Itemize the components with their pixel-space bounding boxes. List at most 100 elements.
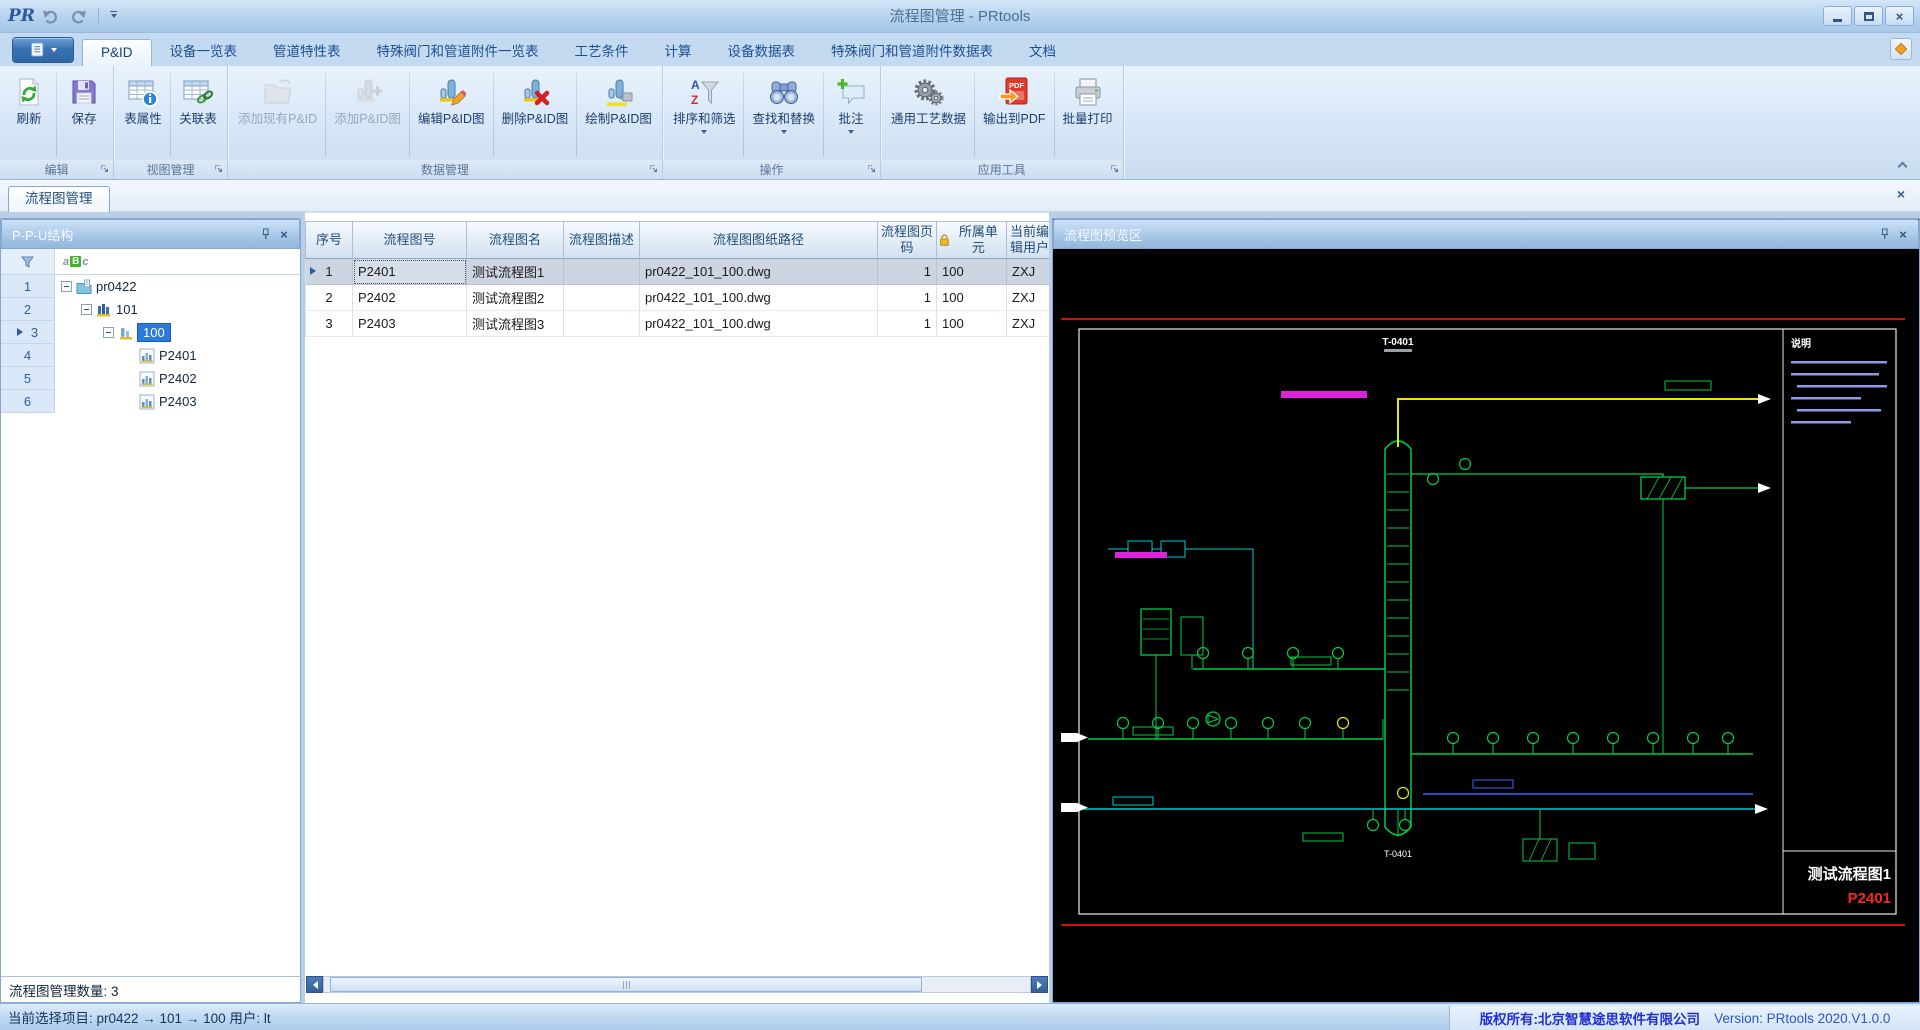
ribbon-tab-process-conditions[interactable]: 工艺条件 [557,39,647,66]
tree-row-unit[interactable]: 3 100 [1,321,300,344]
tree-node-pid[interactable]: P2401 [159,348,197,363]
save-button[interactable]: 保存 [58,69,110,160]
draw-pid-button[interactable]: 绘制P&ID图 [578,69,659,160]
tree-row-plant[interactable]: 2 101 [1,298,300,321]
pin-icon[interactable] [257,225,275,243]
pin-icon[interactable] [1876,225,1894,243]
minimize-button[interactable] [1823,6,1852,26]
tree-filter-button[interactable] [1,249,55,274]
scroll-right-button[interactable] [1031,976,1048,993]
tree-row-pid[interactable]: 4 P2401 [1,344,300,367]
dialog-launcher-icon[interactable] [649,164,658,173]
tree-node-plant[interactable]: 101 [116,302,138,317]
pid-preview-canvas[interactable]: T-0401 T-0401 [1053,249,1919,1002]
qat-customize-dropdown[interactable] [106,5,122,27]
general-process-data-button[interactable]: 通用工艺数据 [884,69,973,160]
cell-desc[interactable] [564,285,640,311]
ribbon-tab-special-valves-list[interactable]: 特殊阀门和管道附件一览表 [359,39,557,66]
edit-pid-button[interactable]: 编辑P&ID图 [411,69,492,160]
maximize-button[interactable] [1854,6,1883,26]
column-header-seq[interactable]: 序号 [305,221,353,259]
column-header-no[interactable]: 流程图号 [353,221,467,259]
collapse-box-icon[interactable] [103,327,114,338]
cell-path[interactable]: pr0422_101_100.dwg [640,285,878,311]
document-close-icon[interactable]: × [1892,186,1910,204]
table-row[interactable]: 1 P2401 测试流程图1 pr0422_101_100.dwg 1 100 … [305,259,1049,285]
column-header-unit[interactable]: 所属单元 [937,221,1007,259]
cell-path[interactable]: pr0422_101_100.dwg [640,259,878,285]
application-menu-button[interactable] [12,37,74,63]
app-logo[interactable]: PR [8,8,35,25]
dialog-launcher-icon[interactable] [867,164,876,173]
refresh-button[interactable]: 刷新 [3,69,55,160]
delete-pid-button[interactable]: 删除P&ID图 [495,69,576,160]
sort-filter-button[interactable]: A Z 排序和筛选 [666,69,743,160]
table-row[interactable]: 3 P2403 测试流程图3 pr0422_101_100.dwg 1 100 … [305,311,1049,337]
scroll-left-button[interactable] [306,976,323,993]
tree-row-pid[interactable]: 6 P2403 [1,390,300,413]
column-header-page[interactable]: 流程图页码 [878,221,937,259]
column-header-editor[interactable]: 当前编辑用户 [1007,221,1049,259]
collapse-box-icon[interactable] [61,281,72,292]
tabrow-corner-icon[interactable] [1890,38,1912,60]
ribbon-tab-equipment-datasheet[interactable]: 设备数据表 [710,39,814,66]
column-header-path[interactable]: 流程图图纸路径 [640,221,878,259]
column-header-name[interactable]: 流程图名 [467,221,564,259]
horizontal-scrollbar[interactable] [306,976,1048,993]
cell-name[interactable]: 测试流程图2 [467,285,564,311]
ribbon-tab-pipe-properties[interactable]: 管道特性表 [255,39,359,66]
cell-name[interactable]: 测试流程图1 [467,259,564,285]
dialog-launcher-icon[interactable] [1110,164,1119,173]
cell-unit[interactable]: 100 [937,259,1007,285]
find-replace-button[interactable]: 查找和替换 [745,69,822,160]
close-button[interactable]: × [1885,6,1914,26]
tree-search-mode-button[interactable]: aBc [55,249,300,274]
ribbon-tab-pid[interactable]: P&ID [82,39,152,66]
document-tab-flow-management[interactable]: 流程图管理 [8,186,110,212]
close-panel-icon[interactable]: × [275,225,293,243]
collapse-box-icon[interactable] [81,304,92,315]
ribbon-tab-calculation[interactable]: 计算 [647,39,710,66]
tree-node-unit-selected[interactable]: 100 [138,324,170,341]
ribbon-tab-equipment-list[interactable]: 设备一览表 [152,39,256,66]
batch-print-button[interactable]: 批量打印 [1056,69,1120,160]
undo-button[interactable] [39,5,63,27]
linked-table-button[interactable]: 关联表 [172,69,224,160]
table-row[interactable]: 2 P2402 测试流程图2 pr0422_101_100.dwg 1 100 … [305,285,1049,311]
cell-desc[interactable] [564,259,640,285]
cell-page[interactable]: 1 [878,311,937,337]
cell-page[interactable]: 1 [878,259,937,285]
table-properties-button[interactable]: 表属性 [117,69,169,160]
cell-no[interactable]: P2402 [353,285,467,311]
cell-path[interactable]: pr0422_101_100.dwg [640,311,878,337]
dialog-launcher-icon[interactable] [100,164,109,173]
ribbon-tab-document[interactable]: 文档 [1011,39,1074,66]
scrollbar-track[interactable] [323,976,1031,993]
tree-node-pid[interactable]: P2403 [159,394,197,409]
cell-editor[interactable]: ZXJ [1007,311,1049,337]
cell-unit[interactable]: 100 [937,285,1007,311]
cell-unit[interactable]: 100 [937,311,1007,337]
column-header-desc[interactable]: 流程图描述 [564,221,640,259]
export-pdf-button[interactable]: PDF 输出到PDF [976,69,1053,160]
cell-editor[interactable]: ZXJ [1007,285,1049,311]
ribbon-collapse-button[interactable] [1894,158,1910,172]
redo-button[interactable] [67,5,91,27]
add-pid-button[interactable]: 添加P&ID图 [327,69,408,160]
scrollbar-thumb[interactable] [330,977,922,992]
annotate-button[interactable]: 批注 [825,69,877,160]
cell-no[interactable]: P2401 [353,259,467,285]
cell-editor[interactable]: ZXJ [1007,259,1049,285]
close-panel-icon[interactable]: × [1894,225,1912,243]
cell-name[interactable]: 测试流程图3 [467,311,564,337]
tree-node-pid[interactable]: P2402 [159,371,197,386]
cell-page[interactable]: 1 [878,285,937,311]
tree-row-pid[interactable]: 5 P2402 [1,367,300,390]
add-existing-pid-button[interactable]: 添加现有P&ID [231,69,324,160]
cell-no[interactable]: P2403 [353,311,467,337]
tree-node-project[interactable]: pr0422 [96,279,136,294]
cell-desc[interactable] [564,311,640,337]
dialog-launcher-icon[interactable] [214,164,223,173]
tree-row-project[interactable]: 1 pr0422 [1,275,300,298]
ribbon-tab-special-valves-datasheet[interactable]: 特殊阀门和管道附件数据表 [813,39,1011,66]
